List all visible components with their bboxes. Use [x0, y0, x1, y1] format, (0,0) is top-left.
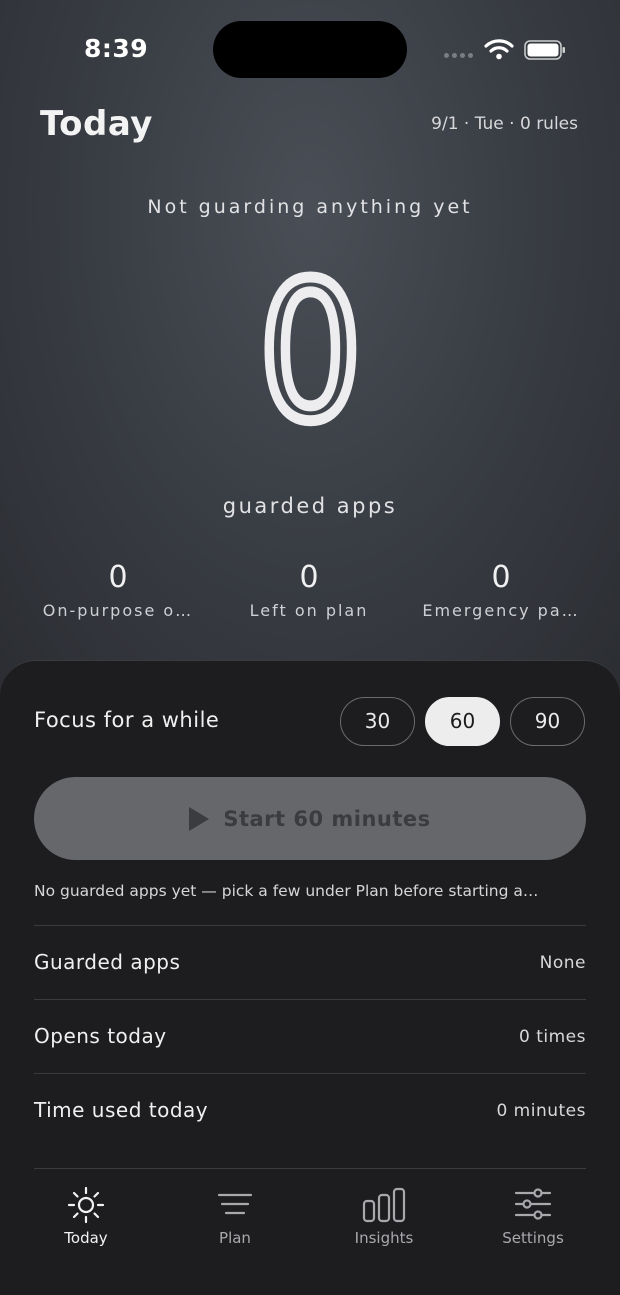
guarded-count: 0 — [253, 242, 366, 463]
page-title: Today — [40, 104, 153, 144]
play-icon — [189, 806, 210, 831]
tab-insights[interactable]: Insights — [324, 1185, 444, 1247]
start-button-label: Start 60 minutes — [223, 806, 431, 831]
stat-on-purpose: 0 On-purpose o… — [18, 560, 218, 620]
time-used-value: 0 minutes — [496, 1101, 586, 1121]
stat-emergency: 0 Emergency pa… — [401, 560, 601, 620]
date-rules-summary: 9/1 · Tue · 0 rules — [431, 114, 578, 134]
guarded-apps-row[interactable]: Guarded apps — [34, 950, 180, 974]
divider — [34, 1073, 586, 1074]
battery-icon — [524, 40, 565, 60]
opens-today-row: Opens today — [34, 1024, 167, 1048]
opens-today-value: 0 times — [519, 1027, 586, 1047]
tab-today[interactable]: Today — [26, 1185, 146, 1247]
stat-value: 0 — [108, 560, 128, 595]
stat-value: 0 — [299, 560, 319, 595]
cellular-signal-icon — [444, 51, 476, 59]
divider — [34, 999, 586, 1000]
stat-label: Emergency pa… — [422, 601, 580, 620]
divider — [34, 925, 586, 926]
duration-90-button[interactable]: 90 — [510, 697, 585, 746]
status-time: 8:39 — [84, 34, 149, 63]
stat-label: On-purpose o… — [42, 601, 194, 620]
duration-30-button[interactable]: 30 — [340, 697, 415, 746]
start-focus-button[interactable]: Start 60 minutes — [34, 777, 586, 860]
sliders-icon — [514, 1188, 552, 1220]
stat-label: Left on plan — [249, 601, 369, 620]
focus-label: Focus for a while — [34, 708, 220, 732]
dynamic-island — [213, 21, 407, 78]
sun-icon — [67, 1186, 105, 1224]
tab-bar-divider — [34, 1168, 586, 1169]
tab-label: Settings — [502, 1229, 564, 1247]
tab-label: Insights — [354, 1229, 414, 1247]
no-apps-hint: No guarded apps yet — pick a few under P… — [34, 882, 539, 900]
duration-60-button[interactable]: 60 — [425, 697, 500, 746]
tab-label: Plan — [219, 1229, 251, 1247]
stat-value: 0 — [491, 560, 511, 595]
menu-lines-icon — [217, 1193, 253, 1215]
time-used-row: Time used today — [34, 1098, 209, 1122]
wifi-icon — [484, 39, 514, 60]
guard-status-text: Not guarding anything yet — [147, 196, 473, 218]
tab-label: Today — [64, 1229, 108, 1247]
stat-left-on-plan: 0 Left on plan — [209, 560, 409, 620]
guarded-apps-value: None — [539, 953, 586, 973]
guarded-count-label: guarded apps — [222, 494, 398, 518]
tab-settings[interactable]: Settings — [473, 1185, 593, 1247]
bar-chart-icon — [362, 1187, 406, 1223]
tab-plan[interactable]: Plan — [175, 1185, 295, 1247]
